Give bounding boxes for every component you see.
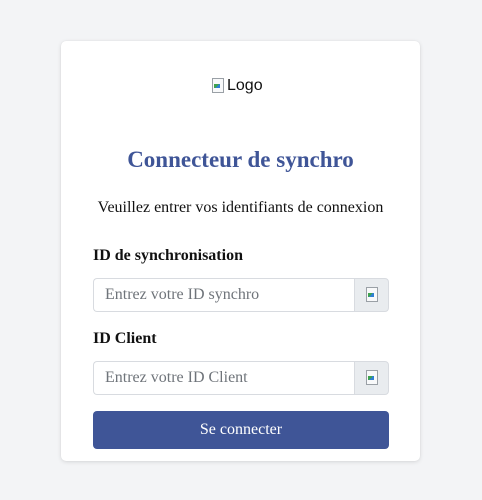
broken-image-icon [365,370,379,386]
sync-id-addon [354,278,389,312]
sync-id-input[interactable] [93,278,354,312]
login-card: Logo Connecteur de synchro Veuillez entr… [61,41,420,461]
broken-image-icon [365,287,379,303]
client-id-label: ID Client [93,330,157,347]
client-id-group [93,361,389,395]
sync-id-label: ID de synchronisation [93,247,243,264]
sync-id-group [93,278,389,312]
logo-alt-text: Logo [227,77,263,94]
login-button[interactable]: Se connecter [93,411,389,449]
broken-image-icon [211,78,225,94]
client-id-addon [354,361,389,395]
client-id-input[interactable] [93,361,354,395]
page-title: Connecteur de synchro [127,147,354,172]
logo: Logo [211,75,263,97]
page-subtitle: Veuillez entrer vos identifiants de conn… [97,199,384,216]
